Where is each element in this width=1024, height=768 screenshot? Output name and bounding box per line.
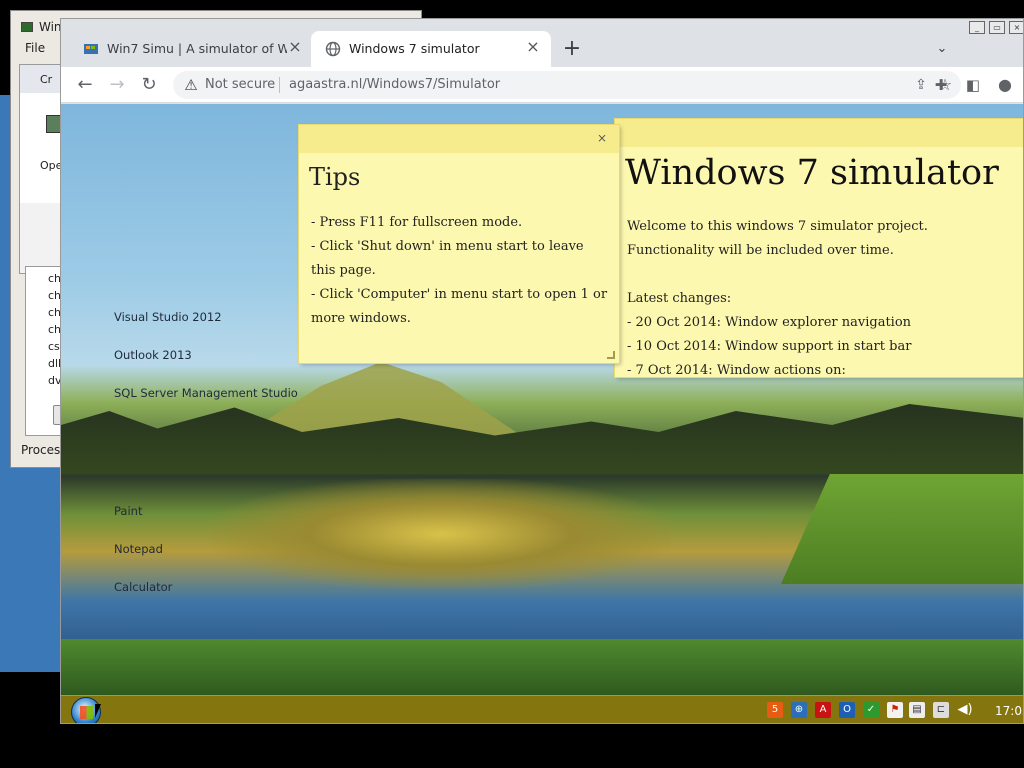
- tip-line: - Click 'Computer' in menu start to open…: [311, 287, 608, 326]
- note-line: Functionality will be included over time…: [627, 243, 894, 258]
- tips-title: Tips: [309, 163, 361, 191]
- chrome-window: Win7 Simu | A simulator of Windows 7 × W…: [60, 18, 1024, 724]
- globe-icon: [325, 41, 341, 57]
- reload-button[interactable]: ↻: [135, 71, 163, 99]
- page-viewport: Visual Studio 2012 Outlook 2013 SQL Serv…: [61, 104, 1023, 723]
- note-line: - 10 Oct 2014: Window support in start b…: [627, 339, 912, 354]
- window-controls: _ ▭ ×: [967, 19, 1023, 37]
- note-header[interactable]: [299, 125, 619, 153]
- shortcut-outlook[interactable]: Outlook 2013: [114, 348, 192, 362]
- tip-line: - Press F11 for fullscreen mode.: [311, 215, 523, 230]
- html5-icon[interactable]: 5: [767, 702, 783, 718]
- volume-icon[interactable]: ◀): [957, 702, 973, 718]
- network-icon[interactable]: ⊕: [791, 702, 807, 718]
- tip-line: - Click 'Shut down' in menu start to lea…: [311, 239, 584, 278]
- usb-icon[interactable]: ⊏: [933, 702, 949, 718]
- chevron-down-icon[interactable]: ⌄: [929, 36, 955, 62]
- note-line: [627, 263, 1023, 287]
- back-button[interactable]: ←: [71, 71, 99, 99]
- shortcut-visual-studio[interactable]: Visual Studio 2012: [114, 310, 222, 324]
- minimize-button[interactable]: _: [969, 21, 985, 34]
- simulator-taskbar: 5 ⊕ A O ✓ ⚑ ▤ ⊏ ◀) 17:05: [61, 695, 1023, 723]
- tab-win7-simu[interactable]: Win7 Simu | A simulator of Windows 7 ×: [69, 31, 313, 67]
- mouse-cursor-icon: [95, 704, 101, 718]
- pdf-icon[interactable]: A: [815, 702, 831, 718]
- close-icon[interactable]: ×: [595, 131, 609, 145]
- win7-favicon: [84, 44, 98, 54]
- shortcut-calculator[interactable]: Calculator: [114, 580, 172, 594]
- tab-title: Win7 Simu | A simulator of Windows 7: [107, 41, 287, 56]
- clipboard-icon[interactable]: ▤: [909, 702, 925, 718]
- browser-toolbar: ← → ↻ ⚠ Not secure agaastra.nl/Windows7/…: [61, 67, 1023, 103]
- wallpaper-reflection: [211, 479, 671, 589]
- shortcut-paint[interactable]: Paint: [114, 504, 142, 518]
- wallpaper-foreground: [61, 639, 1023, 695]
- window-close-button[interactable]: ×: [1009, 21, 1023, 34]
- tips-sticky-note[interactable]: × Tips - Press F11 for fullscreen mode. …: [299, 125, 619, 363]
- note-line: Latest changes:: [627, 291, 732, 306]
- bg-menu-file[interactable]: File: [25, 41, 45, 55]
- url-text[interactable]: agaastra.nl/Windows7/Simulator: [289, 77, 500, 92]
- wallpaper-trees: [61, 404, 1023, 474]
- note-line: Welcome to this windows 7 simulator proj…: [627, 219, 928, 234]
- divider: [279, 77, 280, 93]
- wallpaper-grass: [781, 474, 1023, 584]
- tips-body: - Press F11 for fullscreen mode. - Click…: [311, 211, 611, 331]
- flag-icon[interactable]: ⚑: [887, 702, 903, 718]
- main-sticky-note[interactable]: Windows 7 simulator Welcome to this wind…: [615, 119, 1023, 378]
- security-label[interactable]: Not secure: [205, 77, 275, 92]
- close-icon[interactable]: ×: [525, 38, 541, 56]
- side-panel-icon[interactable]: ◧: [959, 71, 987, 99]
- note-title: Windows 7 simulator: [625, 153, 999, 193]
- url-path: /Windows7/Simulator: [362, 77, 501, 92]
- address-bar[interactable]: ⚠ Not secure agaastra.nl/Windows7/Simula…: [173, 71, 961, 99]
- extensions-icon[interactable]: ✚: [927, 71, 955, 99]
- tab-windows-7-simulator[interactable]: Windows 7 simulator ×: [311, 31, 551, 67]
- note-line: - 20 Oct 2014: Window explorer navigatio…: [627, 315, 912, 330]
- note-line: - 7 Oct 2014: Window actions on:: [627, 363, 846, 378]
- shortcut-notepad[interactable]: Notepad: [114, 542, 163, 556]
- url-host: agaastra.nl: [289, 77, 363, 92]
- taskbar-clock[interactable]: 17:05: [995, 704, 1023, 718]
- tab-title: Windows 7 simulator: [349, 41, 480, 56]
- close-icon[interactable]: ×: [287, 38, 303, 56]
- note-header[interactable]: [615, 119, 1023, 147]
- bg-window-title-text: Win: [39, 20, 62, 34]
- windows-logo-icon: [80, 706, 93, 719]
- maximize-button[interactable]: ▭: [989, 21, 1005, 34]
- warning-icon[interactable]: ⚠: [181, 75, 201, 95]
- outlook-icon[interactable]: O: [839, 702, 855, 718]
- profile-icon[interactable]: ●: [991, 71, 1019, 99]
- tab-strip: Win7 Simu | A simulator of Windows 7 × W…: [61, 19, 1023, 67]
- shortcut-sql-server[interactable]: SQL Server Management Studio: [114, 386, 298, 400]
- resize-grip-icon[interactable]: [607, 351, 615, 359]
- forward-button[interactable]: →: [103, 71, 131, 99]
- note-body: Welcome to this windows 7 simulator proj…: [627, 215, 1023, 383]
- task-manager-icon: [21, 22, 33, 32]
- shield-check-icon[interactable]: ✓: [863, 702, 879, 718]
- new-tab-button[interactable]: +: [559, 36, 585, 62]
